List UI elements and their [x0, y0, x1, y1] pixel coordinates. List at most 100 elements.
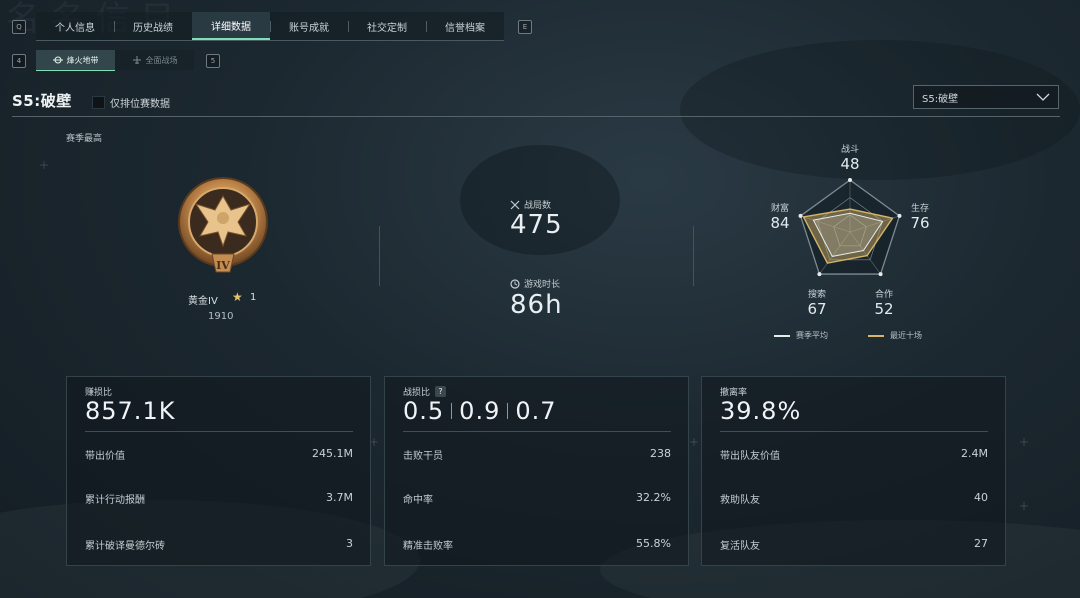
- star-icon: ★: [232, 290, 243, 304]
- kd-ratio-values: 0.5 0.9 0.7: [403, 397, 557, 425]
- stat-label: 击败干员: [403, 451, 443, 462]
- crossed-swords-icon: [510, 200, 520, 209]
- stat-value: 27: [974, 537, 988, 550]
- next-mode-key-hint[interactable]: 5: [206, 54, 220, 68]
- stat-value: 2.4M: [961, 447, 988, 460]
- radar-axis-label: 财富: [770, 204, 789, 214]
- legend-label: 最近十场: [890, 331, 922, 340]
- stat-row: 带出价值 245.1M: [85, 447, 353, 462]
- season-best-label: 赛季最高: [66, 134, 103, 144]
- ranked-only-checkbox[interactable]: [92, 96, 105, 109]
- tab-achievements[interactable]: 账号成就: [270, 12, 348, 40]
- legend-label: 赛季平均: [796, 331, 828, 340]
- stat-row: 累计行动报酬 3.7M: [85, 491, 353, 506]
- prev-tab-key-hint[interactable]: Q: [12, 20, 26, 34]
- playtime-label: 游戏时长: [524, 280, 561, 290]
- next-tab-key-hint[interactable]: E: [518, 20, 532, 34]
- season-select-dropdown[interactable]: S5:破壁: [913, 85, 1059, 109]
- prev-mode-key-hint[interactable]: 4: [12, 54, 26, 68]
- tab-personal-info[interactable]: 个人信息: [36, 12, 114, 40]
- crosshair-icon: [52, 56, 63, 64]
- clock-icon: [510, 278, 520, 289]
- extraction-rate-value: 39.8%: [720, 397, 802, 425]
- tab-mode-label: 全面战场: [145, 55, 178, 65]
- stat-label: 复活队友: [720, 541, 760, 552]
- stat-value: 3.7M: [326, 491, 353, 504]
- top-tab-bar: 个人信息 历史战绩 详细数据 账号成就 社交定制 信誉档案: [36, 12, 504, 41]
- help-icon[interactable]: ?: [435, 386, 447, 397]
- rank-points: 1910: [208, 311, 234, 322]
- radar-axis-value: 52: [874, 300, 894, 318]
- stat-value: 245.1M: [312, 447, 353, 460]
- stat-row: 精准击败率 55.8%: [403, 537, 671, 552]
- stat-label: 精准击败率: [403, 541, 453, 552]
- stat-row: 累计破译曼德尔砖 3: [85, 537, 353, 552]
- legend-swatch: [774, 334, 790, 337]
- extraction-rate-card: 撤离率 39.8% 带出队友价值 2.4M 救助队友 40 复活队友 27: [701, 376, 1006, 566]
- tab-mode-all-out-war[interactable]: 全面战场: [115, 50, 194, 70]
- rank-badge-icon: IV: [178, 177, 268, 273]
- kd-value: 0.7: [515, 397, 557, 425]
- radar-axis-wealth: 财富 84: [760, 201, 800, 232]
- stat-value: 3: [346, 537, 353, 550]
- stat-label: 带出价值: [85, 451, 125, 462]
- tab-mode-label: 烽火地带: [66, 55, 99, 65]
- radar-axis-survival: 生存 76: [900, 201, 940, 232]
- column-divider: [693, 226, 694, 286]
- tab-mode-hazard-zone[interactable]: 烽火地带: [36, 50, 115, 71]
- stat-value: 55.8%: [636, 537, 671, 550]
- rank-star-count: 1: [250, 292, 257, 303]
- radar-vertex-dot: [848, 178, 852, 182]
- stat-row: 带出队友价值 2.4M: [720, 447, 988, 462]
- tab-social-custom[interactable]: 社交定制: [348, 12, 426, 40]
- radar-vertex-dot: [817, 272, 822, 277]
- kd-ratio-card: 战损比 ? 0.5 0.9 0.7 击败干员 238 命中率 32.2% 精准击败率…: [384, 376, 689, 566]
- card-divider: [85, 431, 353, 432]
- stat-label: 累计破译曼德尔砖: [85, 541, 165, 552]
- profit-ratio-card: 赚损比 857.1K 带出价值 245.1M 累计行动报酬 3.7M 累计破译曼德尔…: [66, 376, 371, 566]
- section-divider: [12, 116, 1060, 117]
- stat-label: 命中率: [403, 495, 433, 506]
- tab-match-history[interactable]: 历史战绩: [114, 12, 192, 40]
- radar-axis-combat: 战斗 48: [830, 142, 870, 173]
- radar-legend-season-avg: 赛季平均: [774, 330, 828, 341]
- playtime-value: 86h: [510, 290, 563, 320]
- radar-axis-label: 生存: [910, 204, 929, 214]
- radar-axis-label: 战斗: [840, 145, 859, 155]
- tab-reputation[interactable]: 信誉档案: [426, 12, 504, 40]
- rank-name: 黄金IV: [188, 296, 218, 307]
- radar-axis-value: 76: [910, 214, 930, 232]
- stat-row: 击败干员 238: [403, 447, 671, 462]
- radar-legend-recent: 最近十场: [868, 330, 922, 341]
- playtime-label-group: 游戏时长: [510, 277, 560, 290]
- aircraft-icon: [132, 56, 141, 64]
- stat-row: 命中率 32.2%: [403, 491, 671, 506]
- ability-radar-chart: [798, 178, 902, 277]
- stat-label: 带出队友价值: [720, 451, 780, 462]
- stat-value: 32.2%: [636, 491, 671, 504]
- legend-swatch: [868, 334, 884, 337]
- card-divider: [720, 431, 988, 432]
- kd-value: 0.9: [459, 397, 501, 425]
- radar-axis-search: 搜索 67: [797, 287, 837, 318]
- radar-axis-label: 合作: [874, 290, 893, 300]
- radar-axis-label: 搜索: [807, 290, 826, 300]
- profit-ratio-value: 857.1K: [85, 397, 176, 425]
- radar-axis-value: 48: [840, 155, 860, 173]
- matches-value: 475: [510, 210, 563, 240]
- value-separator: [507, 403, 509, 419]
- tab-detailed-stats[interactable]: 详细数据: [192, 12, 270, 40]
- season-select-value: S5:破壁: [922, 93, 959, 105]
- card-divider: [403, 431, 671, 432]
- stat-label: 累计行动报酬: [85, 495, 145, 506]
- stat-label: 救助队友: [720, 495, 760, 506]
- kd-value: 0.5: [403, 397, 445, 425]
- radar-axis-value: 84: [770, 214, 790, 232]
- stat-value: 40: [974, 491, 988, 504]
- radar-vertex-dot: [878, 272, 883, 277]
- radar-axis-teamwork: 合作 52: [864, 287, 904, 318]
- ranked-only-label[interactable]: 仅排位赛数据: [110, 95, 170, 110]
- stat-row: 复活队友 27: [720, 537, 988, 552]
- stat-value: 238: [650, 447, 671, 460]
- value-separator: [451, 403, 453, 419]
